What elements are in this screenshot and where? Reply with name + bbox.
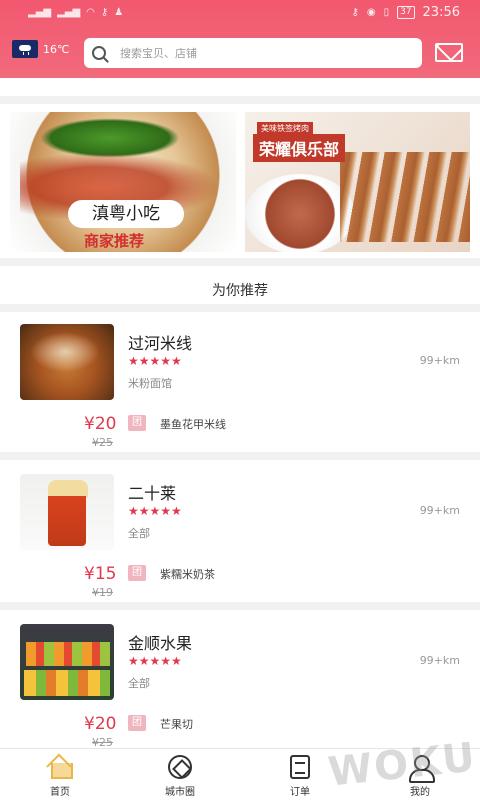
deal-price: ¥20 [84, 714, 117, 734]
signal-icon-2: ▂▄▆ [57, 7, 81, 18]
search-bar[interactable]: 搜索宝贝、店铺 [84, 38, 422, 68]
status-bar: ▂▄▆ ▂▄▆ ◠ ⚷ ♟ ⚷ ◉ ▯ 37 23:56 [0, 0, 480, 28]
original-price: ¥19 [92, 586, 113, 599]
rating-stars: ★★★★★ [128, 355, 182, 367]
wifi-icon: ◠ [86, 7, 95, 18]
status-time: 23:56 [422, 5, 460, 20]
notification-icon: ♟ [114, 7, 124, 18]
tab-label: 城市圈 [165, 787, 195, 798]
divider [0, 96, 480, 104]
group-deal-badge: 团 [128, 715, 146, 731]
divider [0, 258, 480, 266]
weather-temp: 16℃ [43, 42, 70, 56]
deal-name: 紫糯米奶茶 [160, 568, 215, 581]
shop-category: 全部 [128, 677, 150, 690]
order-icon [290, 755, 310, 779]
shop-thumbnail [20, 474, 114, 550]
group-deal-badge: 团 [128, 565, 146, 581]
banner-plate-image [245, 174, 355, 252]
shop-thumbnail [20, 624, 114, 700]
shop-name: 二十莱 [128, 484, 177, 503]
signal-icon: ▂▄▆ [28, 7, 52, 18]
vibrate-icon: ▯ [383, 7, 390, 18]
shop-distance: 99+km [419, 504, 460, 517]
shop-card[interactable]: 过河米线 ★★★★★ 99+km 米粉面馆 ¥20 ¥25 团 墨鱼花甲米线 [0, 312, 480, 449]
shop-distance: 99+km [419, 354, 460, 367]
divider [0, 452, 480, 460]
tab-label: 首页 [50, 787, 70, 798]
battery-icon: 37 [397, 6, 415, 19]
search-icon [92, 46, 106, 60]
key-icon: ⚷ [100, 7, 109, 18]
compass-icon [168, 755, 192, 779]
banner-subtitle: 商家推荐 [84, 232, 145, 250]
group-deal-badge: 团 [128, 415, 146, 431]
banner-club[interactable]: 美味铁签烤肉 荣耀俱乐部 [245, 112, 470, 252]
shop-card[interactable]: 金顺水果 ★★★★★ 99+km 全部 ¥20 ¥25 团 芒果切 [0, 612, 480, 749]
divider [0, 602, 480, 610]
star-icon: ★★★★★ [128, 504, 182, 518]
shop-distance: 99+km [419, 654, 460, 667]
deal-price: ¥20 [84, 414, 117, 434]
shop-thumbnail [20, 324, 114, 400]
deal-name: 墨鱼花甲米线 [160, 418, 226, 431]
star-icon: ★★★★★ [128, 354, 182, 368]
shop-category: 全部 [128, 527, 150, 540]
deal-price: ¥15 [84, 564, 117, 584]
mail-icon[interactable] [435, 43, 463, 62]
banner-snacks[interactable]: 滇粤小吃 商家推荐 [10, 112, 236, 252]
shop-name: 金顺水果 [128, 634, 193, 653]
banner-skewers-image [340, 152, 470, 242]
rating-stars: ★★★★★ [128, 655, 182, 667]
weather-widget[interactable]: 16℃ [12, 40, 69, 58]
home-icon [47, 755, 73, 779]
divider [0, 304, 480, 312]
banner-title: 荣耀俱乐部 [253, 134, 346, 162]
cloud-rain-icon [12, 40, 38, 58]
search-placeholder: 搜索宝贝、店铺 [120, 47, 197, 60]
rating-stars: ★★★★★ [128, 505, 182, 517]
key-icon-right: ⚷ [351, 7, 359, 18]
shop-card[interactable]: 二十莱 ★★★★★ 99+km 全部 ¥15 ¥19 团 紫糯米奶茶 [0, 462, 480, 599]
tab-label: 订单 [290, 787, 310, 798]
tab-city-circle[interactable]: 城市圈 [140, 755, 220, 798]
star-icon: ★★★★★ [128, 654, 182, 668]
shop-category: 米粉面馆 [128, 377, 172, 390]
banner-tag: 滇粤小吃 [68, 200, 184, 228]
status-right: ⚷ ◉ ▯ 37 23:56 [352, 5, 461, 20]
shop-name: 过河米线 [128, 334, 193, 353]
section-title: 为你推荐 [212, 283, 268, 299]
location-icon: ◉ [366, 7, 376, 18]
original-price: ¥25 [92, 436, 113, 449]
status-left: ▂▄▆ ▂▄▆ ◠ ⚷ ♟ [28, 7, 123, 18]
tab-home[interactable]: 首页 [20, 755, 100, 798]
deal-name: 芒果切 [160, 718, 193, 731]
